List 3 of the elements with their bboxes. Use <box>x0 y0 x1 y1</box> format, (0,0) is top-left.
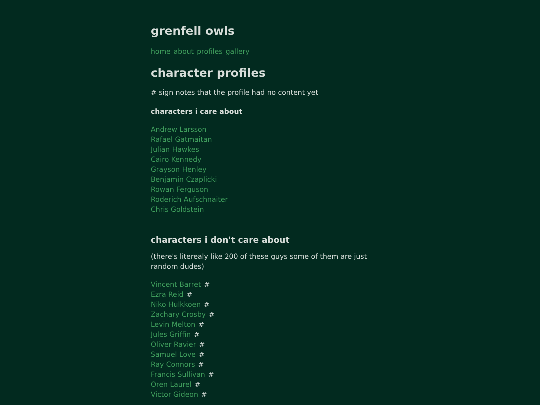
site-title: grenfell owls <box>151 24 236 39</box>
page-title: character profiles <box>151 66 267 81</box>
section-heading: characters i don't care about <box>151 235 291 247</box>
